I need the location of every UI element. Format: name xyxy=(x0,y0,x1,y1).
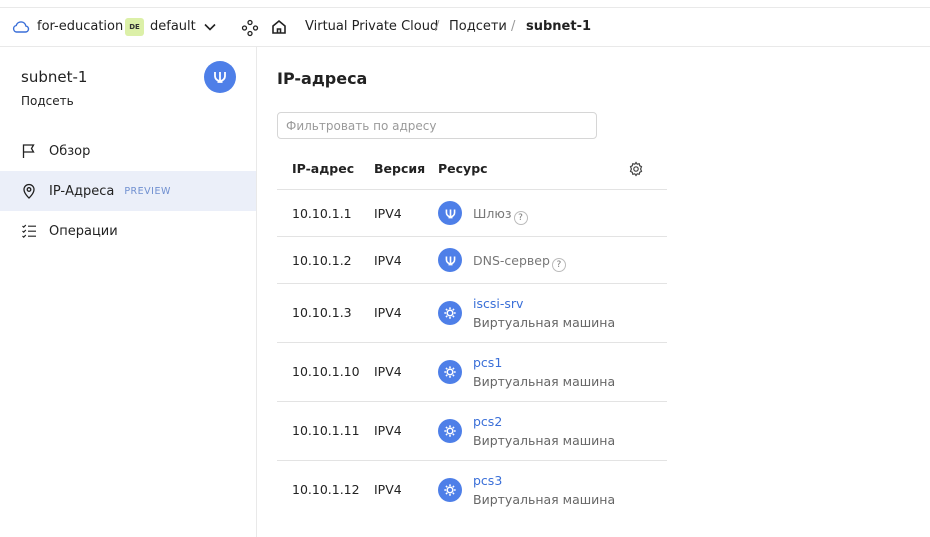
ip-table: IP-адрес Версия Ресурс 10.10.1.1 IPV4 Шл… xyxy=(277,150,667,520)
help-icon[interactable]: ? xyxy=(513,211,528,225)
table-row[interactable]: 10.10.1.1 IPV4 Шлюз? xyxy=(277,190,667,237)
table-row[interactable]: 10.10.1.10 IPV4 pcs1 Виртуальная машина xyxy=(277,343,667,402)
column-header-ip[interactable]: IP-адрес xyxy=(292,161,354,176)
vm-icon xyxy=(438,301,462,325)
version-cell: IPV4 xyxy=(374,364,402,379)
sidebar-item-operations[interactable]: Операции xyxy=(0,211,256,251)
resource-type: Виртуальная машина xyxy=(473,492,616,507)
ip-cell: 10.10.1.10 xyxy=(292,364,360,379)
ip-cell: 10.10.1.11 xyxy=(292,423,360,438)
breadcrumb-subnets[interactable]: Подсети xyxy=(449,19,507,34)
cloud-name[interactable]: for-education xyxy=(37,19,123,34)
table-row[interactable]: 10.10.1.3 IPV4 iscsi-srv Виртуальная маш… xyxy=(277,284,667,343)
subnet-avatar xyxy=(204,61,236,93)
table-row[interactable]: 10.10.1.11 IPV4 pcs2 Виртуальная машина xyxy=(277,402,667,461)
resource-link[interactable]: iscsi-srv xyxy=(473,296,523,311)
home-icon[interactable] xyxy=(270,18,288,40)
services-icon[interactable] xyxy=(241,19,259,41)
resource-name: Шлюз xyxy=(473,206,512,221)
filter-input[interactable] xyxy=(277,112,597,139)
resource-link[interactable]: pcs3 xyxy=(473,473,502,488)
resource-subtitle: Подсеть xyxy=(21,94,74,108)
sidebar-item-label: Обзор xyxy=(49,143,91,159)
folder-name[interactable]: default xyxy=(150,19,196,34)
vm-icon xyxy=(438,419,462,443)
column-header-version[interactable]: Версия xyxy=(374,161,425,176)
version-cell: IPV4 xyxy=(374,206,402,221)
preview-badge: PREVIEW xyxy=(124,185,171,197)
column-header-resource[interactable]: Ресурс xyxy=(438,161,488,176)
ip-cell: 10.10.1.12 xyxy=(292,482,360,497)
sidebar-item-label: Операции xyxy=(49,223,118,239)
resource-type: Виртуальная машина xyxy=(473,315,616,330)
gateway-icon xyxy=(438,201,462,225)
chevron-down-icon[interactable] xyxy=(203,21,217,36)
ip-cell: 10.10.1.3 xyxy=(292,305,352,320)
top-header: for-education DE default Virtual Private… xyxy=(0,7,930,47)
breadcrumb-current: subnet-1 xyxy=(526,19,592,34)
resource-link[interactable]: pcs1 xyxy=(473,355,502,370)
gateway-icon xyxy=(438,248,462,272)
gear-icon[interactable] xyxy=(628,161,644,181)
folder-badge: DE xyxy=(125,18,144,36)
resource-type: Виртуальная машина xyxy=(473,433,616,448)
location-pin-icon xyxy=(23,183,35,199)
ip-cell: 10.10.1.1 xyxy=(292,206,352,221)
vm-icon xyxy=(438,360,462,384)
page-title: IP-адреса xyxy=(277,69,368,88)
table-row[interactable]: 10.10.1.2 IPV4 DNS-сервер? xyxy=(277,237,667,284)
breadcrumb-separator: / xyxy=(511,19,516,34)
resource-name: DNS-сервер xyxy=(473,253,550,268)
sidebar-item-label: IP-Адреса xyxy=(49,183,115,199)
table-row[interactable]: 10.10.1.12 IPV4 pcs3 Виртуальная машина xyxy=(277,461,667,520)
list-check-icon xyxy=(22,224,36,239)
breadcrumb-separator: / xyxy=(435,19,440,34)
sidebar-item-ip-addresses[interactable]: IP-Адреса PREVIEW xyxy=(0,171,256,211)
version-cell: IPV4 xyxy=(374,305,402,320)
table-header: IP-адрес Версия Ресурс xyxy=(277,150,667,190)
version-cell: IPV4 xyxy=(374,423,402,438)
version-cell: IPV4 xyxy=(374,482,402,497)
breadcrumb-vpc[interactable]: Virtual Private Cloud xyxy=(305,19,438,34)
flag-icon xyxy=(22,144,35,158)
resource-type: Виртуальная машина xyxy=(473,374,616,389)
resource-link[interactable]: pcs2 xyxy=(473,414,502,429)
sidebar-item-overview[interactable]: Обзор xyxy=(0,131,256,171)
cloud-icon[interactable] xyxy=(12,19,30,39)
vm-icon xyxy=(438,478,462,502)
gateway-icon xyxy=(214,72,226,83)
version-cell: IPV4 xyxy=(374,253,402,268)
resource-title: subnet-1 xyxy=(21,68,88,86)
sidebar: subnet-1 Подсеть Обзор IP-Адреса PREVIEW… xyxy=(0,47,257,537)
ip-cell: 10.10.1.2 xyxy=(292,253,352,268)
help-icon[interactable]: ? xyxy=(551,258,566,272)
